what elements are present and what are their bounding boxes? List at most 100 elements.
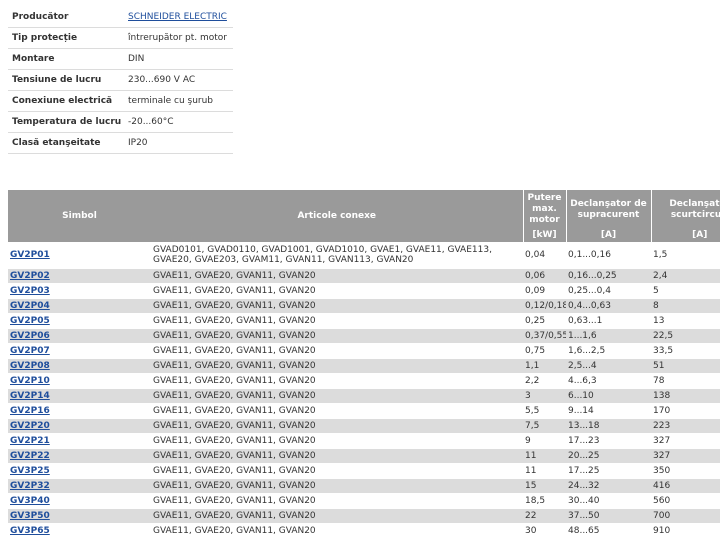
spec-label: Clasă etanşeitate	[8, 132, 124, 154]
table-row: GV2P14 GVAE11, GVAE20, GVAN11, GVAN20 3 6..…	[8, 388, 720, 404]
product-link[interactable]: GV2P32	[10, 481, 50, 491]
cell-putere: 7,5	[523, 418, 566, 434]
cell-supracurent: 0,25...0,4	[566, 283, 651, 299]
cell-simbol: GV3P65	[8, 523, 151, 539]
cell-articole: GVAE11, GVAE20, GVAN11, GVAN20	[151, 358, 523, 374]
cell-scurtcircuit: 223	[651, 418, 720, 434]
cell-putere: 0,37/0,55	[523, 328, 566, 344]
product-link[interactable]: GV2P03	[10, 286, 50, 296]
table-row: GV2P22 GVAE11, GVAE20, GVAN11, GVAN20 11 20…	[8, 448, 720, 464]
product-link[interactable]: GV2P06	[10, 331, 50, 341]
product-link[interactable]: GV3P65	[10, 526, 50, 536]
cell-putere: 2,2	[523, 373, 566, 389]
product-link[interactable]: GV2P10	[10, 376, 50, 386]
cell-scurtcircuit: 138	[651, 388, 720, 404]
product-link[interactable]: GV2P08	[10, 361, 50, 371]
product-link[interactable]: GV2P21	[10, 436, 50, 446]
manufacturer-link[interactable]: SCHNEIDER ELECTRIC	[128, 12, 227, 22]
product-link[interactable]: GV2P04	[10, 301, 50, 311]
table-row: GV3P50 GVAE11, GVAE20, GVAN11, GVAN20 22 37…	[8, 508, 720, 524]
spec-row: Tensiune de lucru 230...690 V AC	[8, 69, 233, 91]
cell-simbol: GV2P06	[8, 328, 151, 344]
specs-body: Producător SCHNEIDER ELECTRIC Tip protecți…	[8, 7, 233, 154]
product-link[interactable]: GV2P16	[10, 406, 50, 416]
cell-scurtcircuit: 560	[651, 493, 720, 509]
spec-label: Montare	[8, 48, 124, 70]
cell-articole: GVAE11, GVAE20, GVAN11, GVAN20	[151, 268, 523, 284]
cell-supracurent: 0,4...0,63	[566, 298, 651, 314]
product-link[interactable]: GV3P50	[10, 511, 50, 521]
cell-supracurent: 6...10	[566, 388, 651, 404]
product-link[interactable]: GV2P02	[10, 271, 50, 281]
cell-articole: GVAD0101, GVAD0110, GVAD1001, GVAD1010, …	[151, 242, 523, 269]
cell-simbol: GV2P04	[8, 298, 151, 314]
cell-supracurent: 17...25	[566, 463, 651, 479]
cell-articole: GVAE11, GVAE20, GVAN11, GVAN20	[151, 373, 523, 389]
cell-articole: GVAE11, GVAE20, GVAN11, GVAN20	[151, 508, 523, 524]
product-link[interactable]: GV3P40	[10, 496, 50, 506]
cell-scurtcircuit: 5	[651, 283, 720, 299]
cell-scurtcircuit: 327	[651, 448, 720, 464]
table-row: GV2P02 GVAE11, GVAE20, GVAN11, GVAN20 0,06…	[8, 268, 720, 284]
cell-supracurent: 0,63...1	[566, 313, 651, 329]
cell-simbol: GV2P20	[8, 418, 151, 434]
cell-articole: GVAE11, GVAE20, GVAN11, GVAN20	[151, 478, 523, 494]
table-row: GV2P20 GVAE11, GVAE20, GVAN11, GVAN20 7,5 1…	[8, 418, 720, 434]
cell-scurtcircuit: 1,5	[651, 242, 720, 269]
table-row: GV2P07 GVAE11, GVAE20, GVAN11, GVAN20 0,75…	[8, 343, 720, 359]
spec-value: întrerupător pt. motor	[124, 27, 233, 49]
cell-scurtcircuit: 78	[651, 373, 720, 389]
header-supracurent: Declanşator de supracurent	[565, 190, 651, 229]
product-link[interactable]: GV2P01	[10, 250, 50, 260]
header-scurtcircuit-unit: [A]	[650, 229, 720, 242]
cell-articole: GVAE11, GVAE20, GVAN11, GVAN20	[151, 463, 523, 479]
cell-putere: 22	[523, 508, 566, 524]
product-link[interactable]: GV2P05	[10, 316, 50, 326]
table-row: GV3P40 GVAE11, GVAE20, GVAN11, GVAN20 18,5…	[8, 493, 720, 509]
cell-scurtcircuit: 33,5	[651, 343, 720, 359]
cell-scurtcircuit: 170	[651, 403, 720, 419]
table-row: GV2P01 GVAD0101, GVAD0110, GVAD1001, GVAD…	[8, 242, 720, 269]
spec-value: IP20	[124, 132, 233, 154]
cell-simbol: GV2P08	[8, 358, 151, 374]
table-row: GV2P03 GVAE11, GVAE20, GVAN11, GVAN20 0,09…	[8, 283, 720, 299]
cell-supracurent: 37...50	[566, 508, 651, 524]
cell-putere: 9	[523, 433, 566, 449]
spec-row: Clasă etanşeitate IP20	[8, 132, 233, 154]
cell-simbol: GV3P50	[8, 508, 151, 524]
product-link[interactable]: GV2P22	[10, 451, 50, 461]
table-row: GV2P21 GVAE11, GVAE20, GVAN11, GVAN20 9 17.…	[8, 433, 720, 449]
cell-putere: 0,12/0,18	[523, 298, 566, 314]
cell-putere: 30	[523, 523, 566, 539]
cell-putere: 0,09	[523, 283, 566, 299]
cell-scurtcircuit: 350	[651, 463, 720, 479]
products-table: Simbol Articole conexe Putere max. motor…	[8, 190, 720, 539]
cell-articole: GVAE11, GVAE20, GVAN11, GVAN20	[151, 418, 523, 434]
cell-simbol: GV2P07	[8, 343, 151, 359]
cell-articole: GVAE11, GVAE20, GVAN11, GVAN20	[151, 343, 523, 359]
cell-articole: GVAE11, GVAE20, GVAN11, GVAN20	[151, 493, 523, 509]
cell-putere: 5,5	[523, 403, 566, 419]
product-link[interactable]: GV2P07	[10, 346, 50, 356]
spec-label: Producător	[8, 7, 124, 28]
cell-putere: 0,06	[523, 268, 566, 284]
product-link[interactable]: GV3P25	[10, 466, 50, 476]
cell-simbol: GV3P25	[8, 463, 151, 479]
table-row: GV2P08 GVAE11, GVAE20, GVAN11, GVAN20 1,1 2…	[8, 358, 720, 374]
header-putere: Putere max. motor	[522, 190, 566, 229]
product-link[interactable]: GV2P20	[10, 421, 50, 431]
cell-putere: 3	[523, 388, 566, 404]
spec-value: DIN	[124, 48, 233, 70]
spec-value: -20...60°C	[124, 111, 233, 133]
product-link[interactable]: GV2P14	[10, 391, 50, 401]
cell-supracurent: 0,1...0,16	[566, 242, 651, 269]
spec-label: Conexiune electrică	[8, 90, 124, 112]
cell-scurtcircuit: 22,5	[651, 328, 720, 344]
cell-supracurent: 24...32	[566, 478, 651, 494]
cell-putere: 11	[523, 448, 566, 464]
spec-label: Tensiune de lucru	[8, 69, 124, 91]
cell-articole: GVAE11, GVAE20, GVAN11, GVAN20	[151, 433, 523, 449]
cell-putere: 15	[523, 478, 566, 494]
cell-supracurent: 9...14	[566, 403, 651, 419]
cell-putere: 0,04	[523, 242, 566, 269]
